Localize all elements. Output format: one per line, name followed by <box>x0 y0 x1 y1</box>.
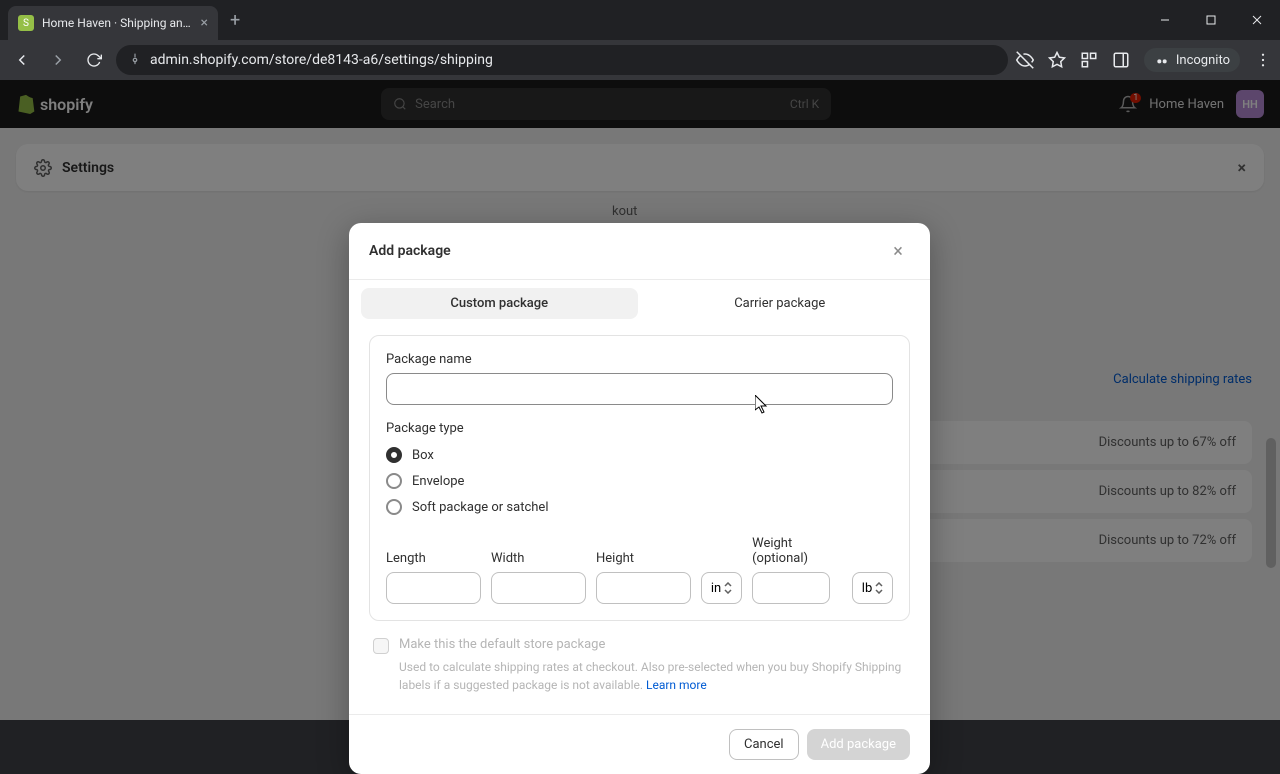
radio-soft-package[interactable]: Soft package or satchel <box>386 494 893 520</box>
browser-tab-strip: S Home Haven · Shipping and de × + <box>0 0 1280 40</box>
dimensions-row: Length Width Height in <box>386 536 893 604</box>
radio-icon <box>386 473 402 489</box>
width-input[interactable] <box>491 572 586 604</box>
height-label: Height <box>596 551 691 566</box>
sidepanel-icon[interactable] <box>1112 51 1130 69</box>
incognito-icon <box>1154 52 1170 68</box>
default-checkbox[interactable] <box>373 638 389 654</box>
site-settings-icon <box>128 53 142 67</box>
close-window-button[interactable] <box>1234 0 1280 40</box>
modal-close-button[interactable]: × <box>886 239 910 263</box>
default-help-text: Used to calculate shipping rates at chec… <box>399 658 906 694</box>
favicon-icon: S <box>18 15 34 31</box>
new-tab-button[interactable]: + <box>230 10 240 31</box>
browser-tab[interactable]: S Home Haven · Shipping and de × <box>8 6 218 40</box>
radio-envelope[interactable]: Envelope <box>386 468 893 494</box>
select-chevrons-icon <box>875 582 883 594</box>
url-input[interactable]: admin.shopify.com/store/de8143-a6/settin… <box>116 45 1008 75</box>
radio-box[interactable]: Box <box>386 442 893 468</box>
length-label: Length <box>386 551 481 566</box>
length-unit-select[interactable]: in <box>701 572 742 604</box>
bookmark-star-icon[interactable] <box>1048 51 1066 69</box>
app-container: shopify Search Ctrl K 1 Home Haven HH Se… <box>0 80 1280 720</box>
tab-close-icon[interactable]: × <box>201 15 208 31</box>
default-checkbox-label: Make this the default store package <box>399 637 605 652</box>
radio-icon <box>386 447 402 463</box>
tab-title: Home Haven · Shipping and de <box>42 16 193 30</box>
back-button[interactable] <box>8 46 36 74</box>
package-name-input[interactable] <box>386 373 893 405</box>
menu-dots-icon[interactable] <box>1254 51 1272 69</box>
tab-carrier-package[interactable]: Carrier package <box>642 288 919 319</box>
maximize-button[interactable] <box>1188 0 1234 40</box>
cancel-button[interactable]: Cancel <box>729 729 799 760</box>
modal-body: Package name Package type Box Envelope <box>349 327 930 714</box>
length-input[interactable] <box>386 572 481 604</box>
modal-title: Add package <box>369 243 451 259</box>
eye-off-icon[interactable] <box>1016 51 1034 69</box>
address-bar: admin.shopify.com/store/de8143-a6/settin… <box>0 40 1280 80</box>
reload-button[interactable] <box>80 46 108 74</box>
window-controls <box>1142 0 1280 40</box>
package-type-label: Package type <box>386 421 893 436</box>
weight-label: Weight (optional) <box>752 536 844 566</box>
minimize-button[interactable] <box>1142 0 1188 40</box>
extensions-icon[interactable] <box>1080 51 1098 69</box>
default-package-section: Make this the default store package Used… <box>369 637 910 694</box>
modal-tabs: Custom package Carrier package <box>349 280 930 327</box>
add-package-modal: Add package × Custom package Carrier pac… <box>349 223 930 774</box>
radio-icon <box>386 499 402 515</box>
package-name-label: Package name <box>386 352 893 367</box>
weight-input[interactable] <box>752 572 830 604</box>
height-input[interactable] <box>596 572 691 604</box>
forward-button[interactable] <box>44 46 72 74</box>
select-chevrons-icon <box>724 582 732 594</box>
weight-unit-select[interactable]: lb <box>852 572 893 604</box>
modal-header: Add package × <box>349 223 930 280</box>
incognito-badge[interactable]: Incognito <box>1144 48 1240 72</box>
tab-custom-package[interactable]: Custom package <box>361 288 638 319</box>
width-label: Width <box>491 551 586 566</box>
add-package-button[interactable]: Add package <box>807 729 910 760</box>
learn-more-link[interactable]: Learn more <box>646 678 707 692</box>
modal-footer: Cancel Add package <box>349 714 930 774</box>
url-text: admin.shopify.com/store/de8143-a6/settin… <box>150 52 493 68</box>
package-form-section: Package name Package type Box Envelope <box>369 335 910 621</box>
